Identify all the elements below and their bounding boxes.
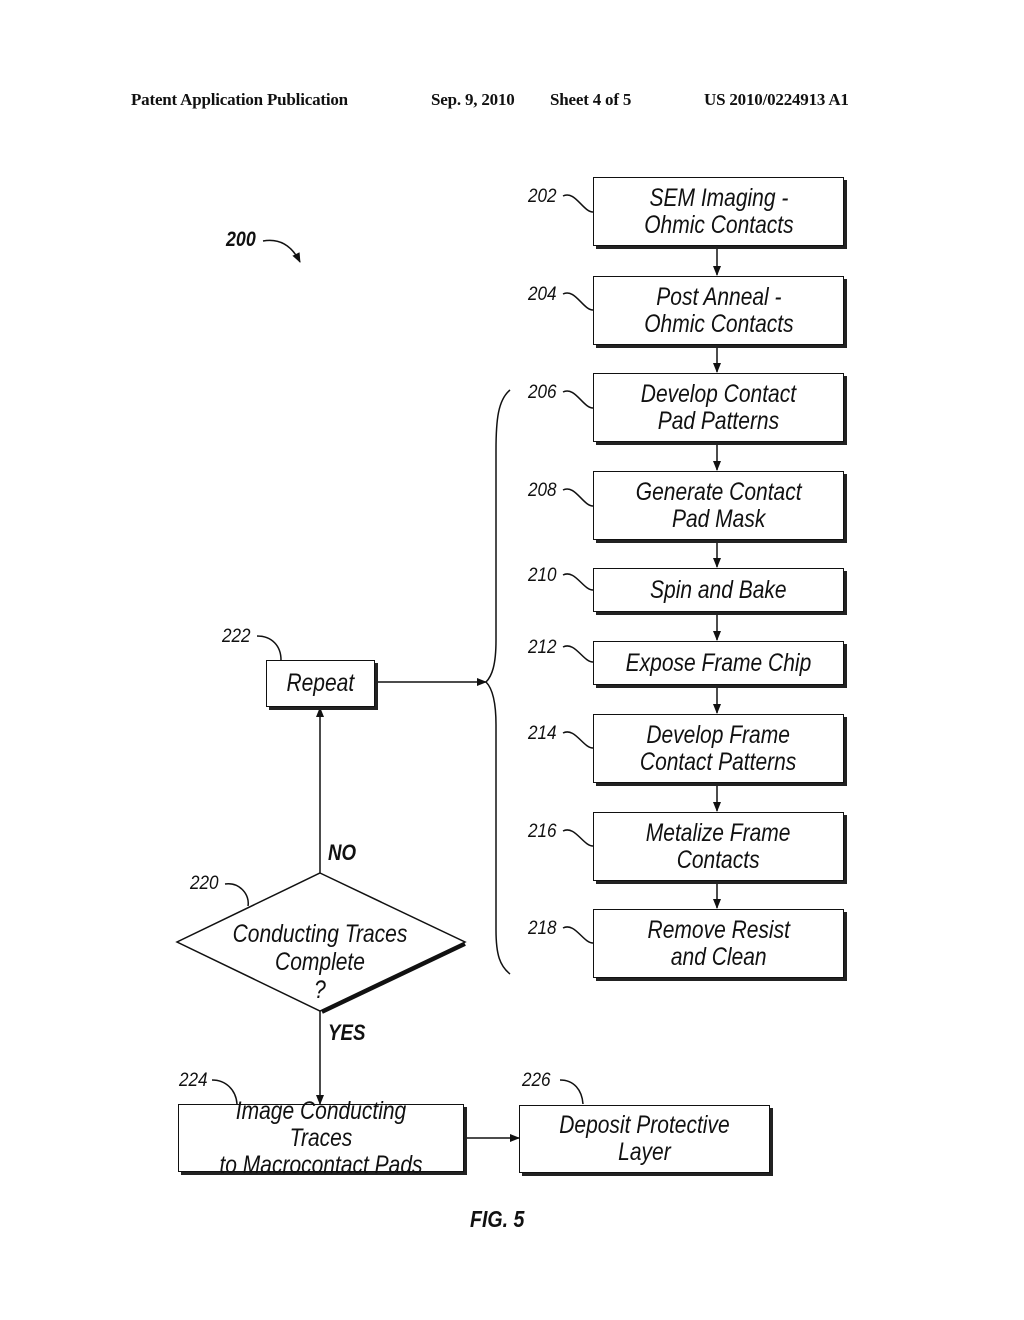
leader-222 <box>256 635 282 661</box>
leader-216 <box>562 829 594 847</box>
step-ref-226: 226 <box>522 1070 551 1091</box>
figure-reference: 200 <box>226 228 256 251</box>
leader-214 <box>562 731 594 749</box>
repeat-brace <box>484 389 511 975</box>
step-label: SEM Imaging - Ohmic Contacts <box>643 183 794 239</box>
step-label: Expose Frame Chip <box>625 648 812 677</box>
step-box-210: Spin and Bake <box>593 568 844 612</box>
leader-218 <box>562 926 594 944</box>
repeat-label: Repeat <box>286 669 355 697</box>
step-box-208: Generate Contact Pad Mask <box>593 471 844 540</box>
leader-204 <box>562 292 594 311</box>
step-box-216: Metalize Frame Contacts <box>593 812 844 881</box>
leader-208 <box>562 488 594 507</box>
no-label: NO <box>328 840 357 865</box>
leader-212 <box>562 645 594 663</box>
step-ref-214: 214 <box>528 723 557 744</box>
step-box-226: Deposit Protective Layer <box>519 1105 770 1173</box>
leader-206 <box>562 390 594 409</box>
step-box-206: Develop Contact Pad Patterns <box>593 373 844 442</box>
step-label: Develop Contact Pad Patterns <box>640 379 797 435</box>
step-ref-202: 202 <box>528 186 557 207</box>
figure-ref-arrow <box>262 239 301 263</box>
step-ref-212: 212 <box>528 637 557 658</box>
flowchart-connectors <box>175 194 721 1142</box>
step-box-212: Expose Frame Chip <box>593 641 844 685</box>
step-label: Post Anneal - Ohmic Contacts <box>643 282 794 338</box>
step-label: Generate Contact Pad Mask <box>635 477 802 533</box>
step-ref-216: 216 <box>528 821 557 842</box>
repeat-ref: 222 <box>222 626 251 647</box>
step-ref-206: 206 <box>528 382 557 403</box>
step-label: Image Conducting Traces to Macrocontact … <box>219 1096 423 1179</box>
step-label: Spin and Bake <box>650 575 787 604</box>
step-ref-208: 208 <box>528 480 557 501</box>
step-box-224: Image Conducting Traces to Macrocontact … <box>178 1097 464 1178</box>
step-ref-218: 218 <box>528 918 557 939</box>
step-box-214: Develop Frame Contact Patterns <box>593 714 844 783</box>
step-label: Remove Resist and Clean <box>647 915 790 971</box>
step-ref-204: 204 <box>528 284 557 305</box>
step-box-204: Post Anneal - Ohmic Contacts <box>593 276 844 345</box>
step-ref-210: 210 <box>528 565 557 586</box>
decision-ref: 220 <box>190 873 219 894</box>
repeat-box: Repeat <box>266 660 375 707</box>
figure-caption: FIG. 5 <box>470 1206 525 1232</box>
step-ref-224: 224 <box>179 1070 208 1091</box>
leader-202 <box>562 194 594 213</box>
leader-226 <box>559 1079 584 1105</box>
step-box-218: Remove Resist and Clean <box>593 909 844 978</box>
decision-label: Conducting Traces Complete ? <box>232 920 408 1004</box>
leader-210 <box>562 573 594 591</box>
step-label: Deposit Protective Layer <box>559 1111 730 1166</box>
leader-220 <box>224 883 249 907</box>
yes-label: YES <box>328 1020 366 1045</box>
step-label: Develop Frame Contact Patterns <box>640 720 797 776</box>
step-box-202: SEM Imaging - Ohmic Contacts <box>593 177 844 246</box>
step-label: Metalize Frame Contacts <box>646 818 791 874</box>
